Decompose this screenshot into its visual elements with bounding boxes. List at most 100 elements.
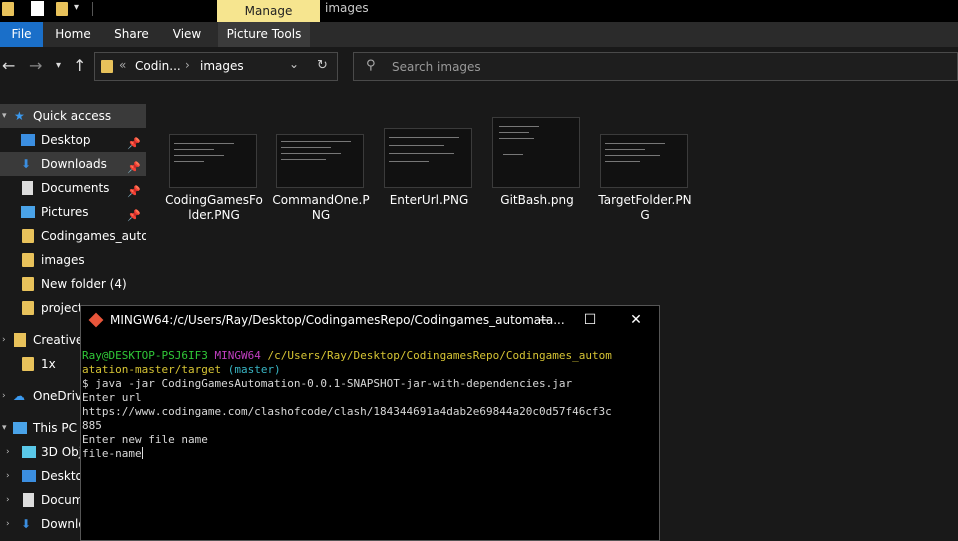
close-button[interactable]: ✕: [621, 311, 651, 329]
document-icon: [23, 493, 34, 507]
sidebar-item-desktop[interactable]: Desktop 📌: [0, 128, 146, 152]
folder-icon[interactable]: [2, 2, 14, 16]
breadcrumb-item-codin[interactable]: Codin...: [135, 59, 181, 73]
prompt-env: MINGW64: [214, 349, 261, 362]
refresh-icon[interactable]: ↻: [317, 58, 328, 73]
cube-icon: [22, 446, 36, 458]
tab-home[interactable]: Home: [49, 22, 97, 47]
folder-icon: [22, 301, 34, 315]
sidebar-item-images[interactable]: images: [0, 248, 146, 272]
sidebar-item-label: Creative C: [33, 333, 80, 347]
tab-picture-tools[interactable]: Picture Tools: [218, 22, 310, 47]
sidebar-item-label: 1x: [41, 357, 56, 371]
expand-chevron-icon[interactable]: ›: [2, 384, 6, 408]
sidebar-item-label: project2: [41, 301, 80, 315]
minimize-button[interactable]: —: [530, 311, 560, 329]
document-icon: [22, 181, 33, 195]
sidebar-item-downloads[interactable]: ⬇ Downloads 📌: [0, 152, 146, 176]
sidebar-item-creative-cloud[interactable]: › Creative C: [0, 328, 80, 352]
download-icon: ⬇: [21, 517, 32, 531]
terminal-line: Enter url: [82, 391, 142, 404]
file-name[interactable]: CodingGamesFolder.PNG: [164, 193, 264, 223]
maximize-button[interactable]: ☐: [575, 311, 605, 329]
file-name[interactable]: CommandOne.PNG: [271, 193, 371, 223]
window-titlebar: [0, 0, 958, 22]
sidebar-item-documents-pc[interactable]: › Docum: [0, 488, 80, 512]
pin-icon[interactable]: 📌: [127, 156, 141, 176]
folder-icon: [22, 229, 34, 243]
back-arrow-icon[interactable]: ←: [2, 56, 15, 76]
terminal-line: 885: [82, 419, 102, 432]
expand-chevron-icon[interactable]: ▾: [2, 104, 7, 128]
sidebar-item-downloads-pc[interactable]: › ⬇ Downlo: [0, 512, 80, 536]
expand-chevron-icon[interactable]: ›: [6, 464, 10, 488]
star-icon: ★: [14, 109, 25, 123]
terminal-line: Enter new file name: [82, 433, 208, 446]
sidebar-item-label: Codingames_autom: [41, 229, 146, 243]
address-bar[interactable]: « Codin... › images ⌄ ↻: [94, 52, 338, 81]
search-icon: ⚲: [366, 58, 376, 73]
manage-tab[interactable]: Manage: [217, 0, 320, 22]
terminal-output[interactable]: Ray@DESKTOP-PSJ6IF3 MINGW64 /c/Users/Ray…: [82, 349, 644, 461]
sidebar-item-codingames-autom[interactable]: Codingames_autom: [0, 224, 146, 248]
file-name[interactable]: TargetFolder.PNG: [595, 193, 695, 223]
terminal-line: https://www.codingame.com/clashofcode/cl…: [82, 405, 612, 418]
file-thumbnail[interactable]: [276, 134, 364, 188]
folder-icon: [22, 253, 34, 267]
terminal-input[interactable]: file-name: [82, 447, 142, 460]
folder-synced-icon: [22, 357, 34, 371]
sidebar-item-onedrive[interactable]: › ☁ OneDrive: [0, 384, 80, 408]
forward-arrow-icon[interactable]: →: [29, 56, 42, 76]
file-thumbnail[interactable]: [169, 134, 257, 188]
prompt-branch: (master): [227, 363, 281, 376]
recent-locations-icon[interactable]: ▾: [56, 56, 61, 76]
expand-chevron-icon[interactable]: ▾: [2, 416, 7, 440]
search-input[interactable]: ⚲ Search images: [353, 52, 958, 81]
breadcrumb-chevron[interactable]: ›: [185, 58, 190, 72]
sidebar-item-label: 3D Obje: [41, 445, 80, 459]
new-folder-icon[interactable]: [56, 2, 68, 16]
file-name[interactable]: EnterUrl.PNG: [379, 193, 479, 208]
properties-icon[interactable]: [31, 1, 44, 16]
file-thumbnail[interactable]: [384, 128, 472, 188]
sidebar-item-pictures[interactable]: Pictures 📌: [0, 200, 146, 224]
sidebar-item-label: Docum: [41, 493, 80, 507]
sidebar-item-1x[interactable]: 1x: [0, 352, 80, 376]
folder-icon: [22, 277, 34, 291]
customize-qat-icon[interactable]: ▾: [74, 2, 79, 13]
file-thumbnail[interactable]: [492, 117, 580, 188]
tab-view[interactable]: View: [166, 22, 208, 47]
breadcrumb-item-images[interactable]: images: [200, 59, 244, 73]
breadcrumb-overflow[interactable]: «: [119, 58, 126, 72]
folder-icon: [101, 60, 113, 73]
expand-chevron-icon[interactable]: ›: [6, 488, 10, 512]
sidebar-item-desktop-pc[interactable]: › Desktop: [0, 464, 80, 488]
sidebar-item-label: Downloads: [41, 157, 107, 171]
creative-cloud-icon: [14, 333, 26, 347]
address-dropdown-icon[interactable]: ⌄: [289, 57, 299, 71]
sidebar-item-quick-access[interactable]: ▾ ★ Quick access: [0, 104, 146, 128]
tab-share[interactable]: Share: [108, 22, 155, 47]
sidebar-item-project2[interactable]: project2: [0, 296, 80, 320]
sidebar-item-label: This PC: [33, 421, 77, 435]
expand-chevron-icon[interactable]: ›: [2, 328, 6, 352]
pin-icon[interactable]: 📌: [127, 180, 141, 200]
expand-chevron-icon[interactable]: ›: [6, 440, 10, 464]
up-arrow-icon[interactable]: ↑: [73, 56, 86, 76]
sidebar-item-documents[interactable]: Documents 📌: [0, 176, 146, 200]
search-placeholder: Search images: [392, 60, 481, 74]
prompt-path-cont: atation-master/target: [82, 363, 222, 376]
sidebar-item-3d-objects[interactable]: › 3D Obje: [0, 440, 80, 464]
desktop-icon: [22, 470, 36, 482]
sidebar-item-label: images: [41, 253, 85, 267]
expand-chevron-icon[interactable]: ›: [6, 512, 10, 536]
pin-icon[interactable]: 📌: [127, 204, 141, 224]
sidebar-item-new-folder-4[interactable]: New folder (4): [0, 272, 146, 296]
file-thumbnail[interactable]: [600, 134, 688, 188]
file-name[interactable]: GitBash.png: [487, 193, 587, 208]
sidebar-item-label: Quick access: [33, 109, 112, 123]
sidebar-item-label: Documents: [41, 181, 110, 195]
tab-file[interactable]: File: [0, 22, 43, 47]
pin-icon[interactable]: 📌: [127, 132, 141, 152]
sidebar-item-this-pc[interactable]: ▾ This PC: [0, 416, 80, 440]
